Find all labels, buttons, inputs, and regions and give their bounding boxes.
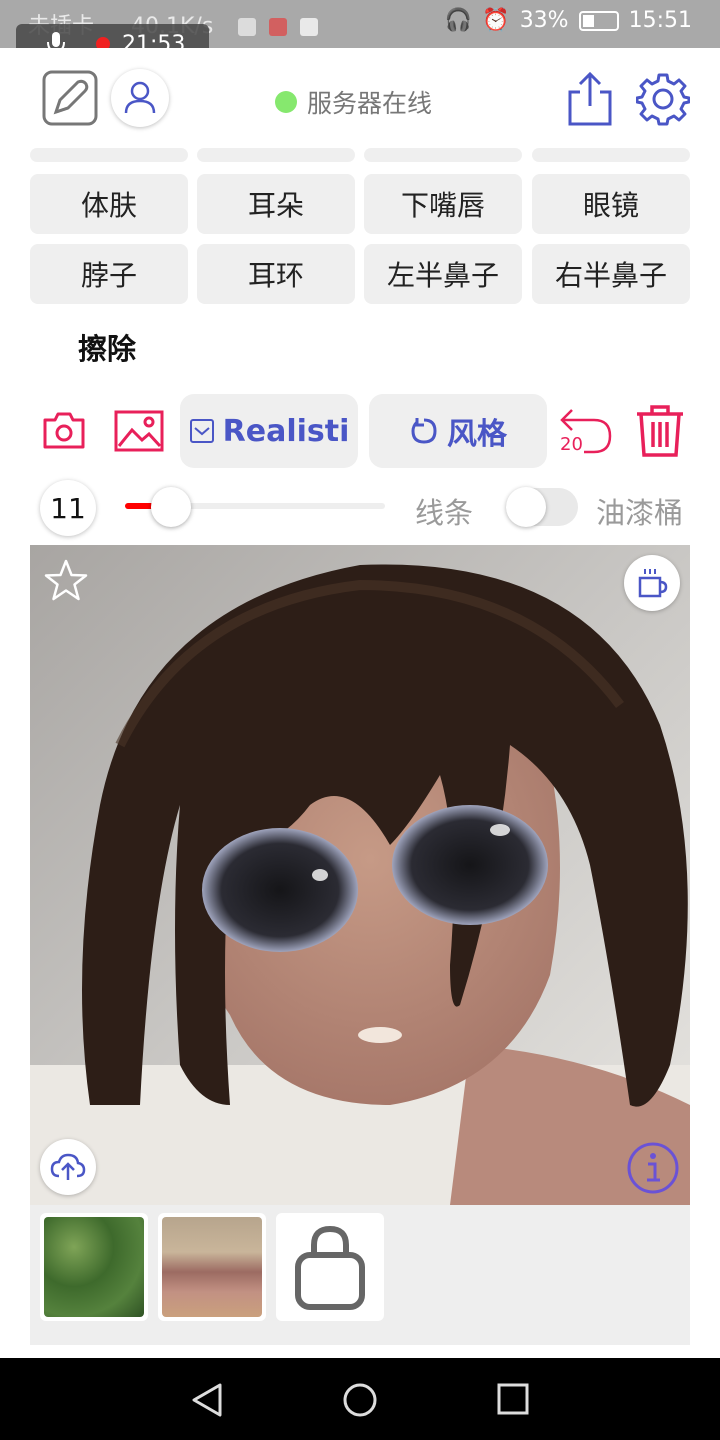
refresh-icon	[411, 418, 437, 444]
coffee-button[interactable]	[624, 555, 680, 611]
part-button-neck[interactable]: 脖子	[30, 244, 188, 304]
thumbnail-texture-image	[162, 1217, 262, 1317]
upload-button[interactable]	[40, 1139, 96, 1195]
undo-button[interactable]: 20	[558, 404, 614, 456]
trash-icon[interactable]	[634, 404, 686, 458]
doll-photo	[30, 545, 690, 1205]
edit-icon[interactable]	[42, 70, 98, 126]
part-button-lower-lip[interactable]: 下嘴唇	[364, 174, 522, 234]
upload-icon	[50, 1153, 86, 1180]
undo-count: 20	[560, 434, 583, 455]
part-button-hidden[interactable]	[364, 148, 522, 162]
battery-percent: 33%	[519, 8, 569, 33]
thumbnail-grass[interactable]	[40, 1213, 148, 1321]
sync-icon	[300, 18, 319, 36]
home-icon[interactable]	[342, 1382, 378, 1418]
app-notification-icon	[269, 18, 288, 36]
status-right: 🎧 ⏰ 33% 15:51	[445, 8, 692, 33]
user-button[interactable]	[111, 69, 169, 127]
image-icon[interactable]	[114, 410, 164, 452]
style-select[interactable]: Realisti	[180, 394, 358, 468]
star-icon[interactable]	[42, 557, 90, 605]
thumbnail-strip	[30, 1205, 690, 1345]
bucket-toggle[interactable]	[506, 487, 578, 527]
navigation-bar	[0, 1358, 720, 1440]
shop-bag-icon	[295, 1225, 365, 1310]
toggle-knob	[506, 487, 546, 527]
part-button-skin[interactable]: 体肤	[30, 174, 188, 234]
server-status-label: 服务器在线	[307, 89, 433, 118]
thumbnail-grass-image	[44, 1217, 144, 1317]
share-icon[interactable]	[566, 72, 614, 126]
style-button-label: 风格	[447, 417, 507, 452]
brush-size-indicator[interactable]: 11	[40, 480, 96, 536]
part-button-earrings[interactable]: 耳环	[197, 244, 355, 304]
slider-thumb[interactable]	[151, 487, 191, 527]
online-dot-icon	[275, 91, 297, 113]
part-button-hidden[interactable]	[532, 148, 690, 162]
back-icon[interactable]	[190, 1382, 224, 1418]
camera-icon[interactable]	[42, 410, 86, 450]
lines-label: 线条	[415, 496, 474, 530]
bucket-label: 油漆桶	[596, 496, 684, 530]
battery-icon	[578, 10, 619, 31]
part-button-hidden[interactable]	[30, 148, 188, 162]
user-icon	[124, 81, 156, 114]
thumbnail-texture[interactable]	[158, 1213, 266, 1321]
style-button[interactable]: 风格	[369, 394, 547, 468]
headset-icon: 🎧	[444, 8, 473, 33]
part-button-ears[interactable]: 耳朵	[197, 174, 355, 234]
coffee-icon	[638, 569, 668, 598]
alarm-icon: ⏰	[482, 8, 510, 33]
erase-button[interactable]: 擦除	[78, 326, 136, 368]
shop-bag-button[interactable]	[276, 1213, 384, 1321]
notification-icon	[238, 18, 257, 36]
clock: 15:51	[628, 8, 692, 33]
server-status: 服务器在线	[275, 84, 432, 120]
part-button-right-nose[interactable]: 右半鼻子	[532, 244, 690, 304]
checkbox-icon	[189, 419, 214, 443]
drawing-canvas[interactable]	[30, 545, 690, 1205]
info-icon[interactable]	[626, 1141, 680, 1195]
top-bar: 服务器在线	[0, 48, 720, 148]
part-button-hidden[interactable]	[197, 148, 355, 162]
part-button-left-nose[interactable]: 左半鼻子	[364, 244, 522, 304]
style-select-label: Realisti	[222, 413, 350, 449]
recents-icon[interactable]	[496, 1382, 530, 1416]
part-button-glasses[interactable]: 眼镜	[532, 174, 690, 234]
settings-gear-icon[interactable]	[636, 72, 690, 126]
